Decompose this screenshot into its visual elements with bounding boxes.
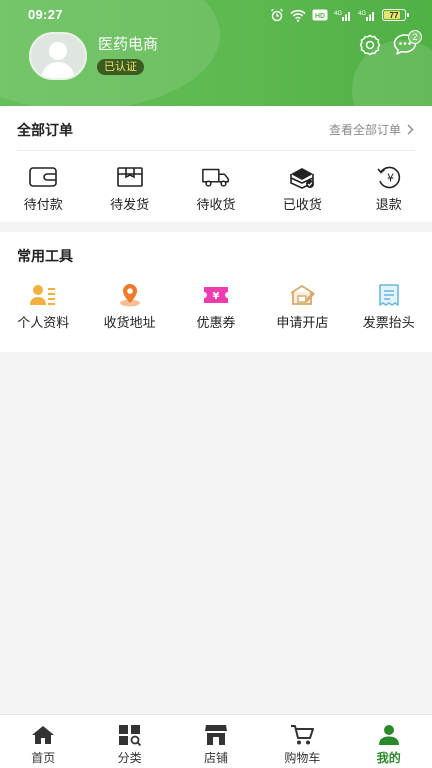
- alarm-icon: [271, 8, 283, 22]
- nav-store[interactable]: 店铺: [173, 715, 259, 768]
- orders-card: 全部订单 查看全部订单 待付款 待发货 待收货 已收货 ¥ 退款: [0, 106, 432, 222]
- user-name[interactable]: 医药电商: [98, 33, 158, 54]
- status-icons: HD 4G 4G 77: [270, 7, 409, 23]
- nav-mine[interactable]: 我的: [346, 715, 432, 768]
- svg-text:HD: HD: [315, 13, 325, 20]
- tool-invoice[interactable]: 发票抬头: [346, 282, 432, 331]
- order-status-label: 待发货: [110, 197, 150, 212]
- chevron-right-icon: [407, 124, 414, 135]
- user-icon: [376, 724, 402, 746]
- box-icon: [115, 164, 145, 190]
- truck-icon: [201, 164, 231, 190]
- view-all-orders-label: 查看全部订单: [328, 123, 401, 137]
- tool-label: 收货地址: [103, 315, 156, 330]
- profile-header: 09:27 HD 4G 4G 77 医药电商 已认证 2: [0, 0, 432, 106]
- location-pin-icon: [115, 282, 145, 308]
- wallet-icon: [28, 164, 58, 190]
- order-status-label: 待付款: [23, 197, 63, 212]
- tool-label: 个人资料: [17, 315, 70, 330]
- category-icon: [117, 724, 143, 746]
- tool-label: 申请开店: [276, 315, 329, 330]
- order-status-label: 待收货: [196, 197, 236, 212]
- coupon-icon: ¥: [201, 282, 231, 308]
- nav-label: 首页: [31, 751, 56, 765]
- tools-grid: 个人资料 收货地址 ¥ 优惠券 申请开店 发票抬头: [0, 282, 432, 331]
- nav-label: 店铺: [203, 751, 228, 765]
- verified-badge: 已认证: [97, 59, 144, 75]
- signal-icon: 4G: [358, 11, 374, 21]
- nav-category[interactable]: 分类: [86, 715, 172, 768]
- order-received[interactable]: 已收货: [259, 164, 345, 213]
- settings-icon[interactable]: [358, 33, 382, 57]
- order-status-label: 退款: [375, 197, 402, 212]
- nav-label: 分类: [117, 751, 142, 765]
- cart-icon: [289, 724, 315, 746]
- svg-text:4G: 4G: [358, 11, 366, 17]
- tool-profile[interactable]: 个人资料: [0, 282, 86, 331]
- signal-icon: 4G: [334, 11, 350, 21]
- tools-title: 常用工具: [17, 248, 73, 264]
- order-status-grid: 待付款 待发货 待收货 已收货 ¥ 退款: [0, 164, 432, 213]
- view-all-orders-link[interactable]: 查看全部订单: [329, 121, 414, 138]
- tool-label: 优惠券: [196, 315, 236, 330]
- order-status-label: 已收货: [282, 197, 322, 212]
- tool-coupon[interactable]: ¥ 优惠券: [173, 282, 259, 331]
- svg-text:4G: 4G: [334, 11, 342, 17]
- avatar[interactable]: [29, 32, 87, 80]
- nav-home[interactable]: 首页: [0, 715, 86, 768]
- svg-text:¥: ¥: [387, 172, 394, 185]
- message-count-badge: 2: [408, 30, 422, 44]
- divider: [17, 150, 415, 151]
- received-box-icon: [287, 164, 317, 190]
- battery-level: 77: [389, 10, 399, 20]
- battery-icon: 77: [382, 9, 409, 21]
- status-bar: 09:27 HD 4G 4G 77: [0, 0, 432, 30]
- refund-icon: ¥: [374, 164, 404, 190]
- tool-apply-shop[interactable]: 申请开店: [259, 282, 345, 331]
- tools-card: 常用工具 个人资料 收货地址 ¥ 优惠券 申请开店 发票抬头: [0, 232, 432, 352]
- store-icon: [203, 724, 229, 746]
- order-pending-shipment[interactable]: 待发货: [86, 164, 172, 213]
- svg-text:¥: ¥: [212, 291, 219, 302]
- bottom-nav: 首页 分类 店铺 购物车 我的: [0, 714, 432, 768]
- profile-card-icon: [28, 282, 58, 308]
- wifi-icon: [290, 9, 306, 22]
- nav-label: 购物车: [284, 751, 321, 765]
- nav-cart[interactable]: 购物车: [259, 715, 345, 768]
- status-time: 09:27: [28, 7, 63, 22]
- order-pending-payment[interactable]: 待付款: [0, 164, 86, 213]
- order-pending-receipt[interactable]: 待收货: [173, 164, 259, 213]
- tool-label: 发票抬头: [362, 315, 415, 330]
- orders-title: 全部订单: [17, 122, 73, 138]
- home-icon: [30, 724, 56, 746]
- order-refund[interactable]: ¥ 退款: [346, 164, 432, 213]
- invoice-icon: [374, 282, 404, 308]
- tool-address[interactable]: 收货地址: [86, 282, 172, 331]
- hd-icon: HD: [312, 9, 328, 21]
- shop-apply-icon: [287, 282, 317, 308]
- nav-label: 我的: [376, 751, 401, 765]
